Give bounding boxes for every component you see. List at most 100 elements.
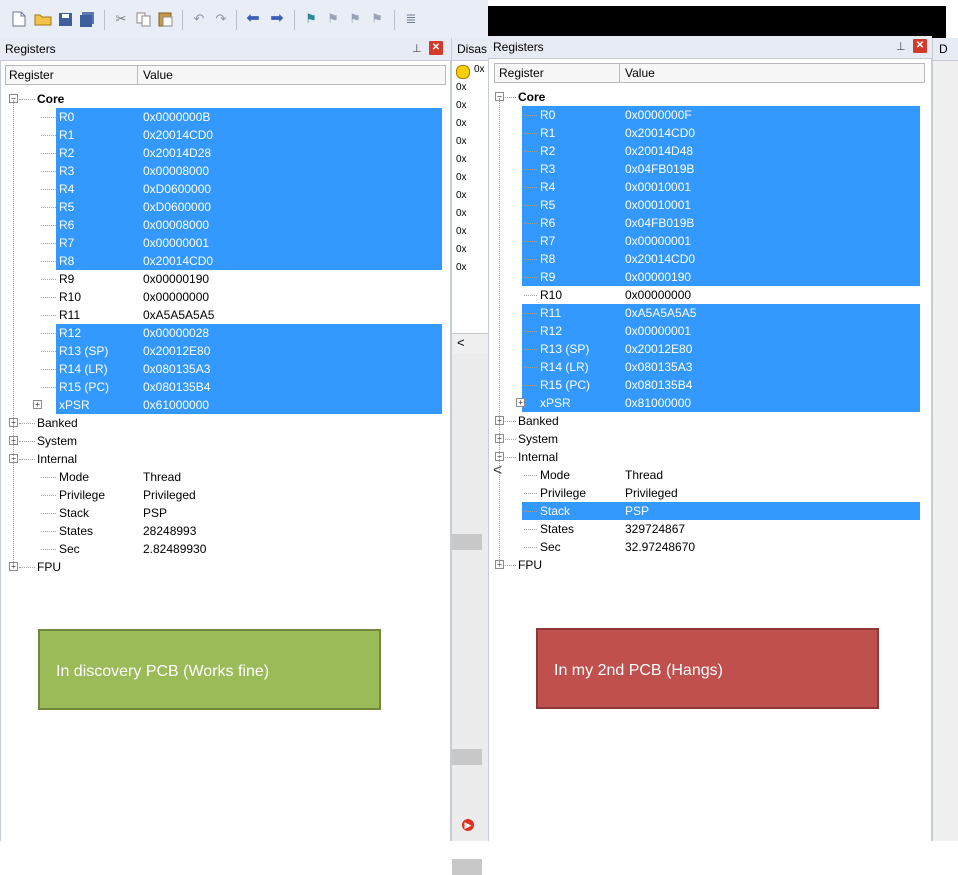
register-row-r8[interactable]: R8 0x20014CD0 [489,250,931,268]
register-row-r8[interactable]: R8 0x20014CD0 [1,252,450,270]
close-icon[interactable]: ✕ [913,39,927,53]
register-value: 2.82489930 [143,542,207,556]
register-row-sec[interactable]: Sec 2.82489930 [1,540,450,558]
register-row-r12[interactable]: R12 0x00000001 [489,322,931,340]
nav-forward-icon[interactable]: ➡ [268,10,286,28]
register-row-r11[interactable]: R11 0xA5A5A5A5 [489,304,931,322]
register-row-r5[interactable]: R5 0x00010001 [489,196,931,214]
register-row-mode[interactable]: Mode Thread [1,468,450,486]
disassembly-line[interactable]: 0x [456,118,467,129]
register-row-r3[interactable]: R3 0x04FB019B [489,160,931,178]
nav-back-icon[interactable]: ⬅ [244,10,262,28]
register-row-stack[interactable]: Stack PSP [1,504,450,522]
register-row-r4[interactable]: R4 0x00010001 [489,178,931,196]
register-row-sec[interactable]: Sec 32.97248670 [489,538,931,556]
register-row-core[interactable]: − Core [1,90,450,108]
register-row-xpsr[interactable]: + xPSR 0x61000000 [1,396,450,414]
bookmark-next-icon[interactable]: ⚑ [346,10,364,28]
scroll-left-icon[interactable]: < [457,335,465,350]
register-row-states[interactable]: States 28248993 [1,522,450,540]
register-row-privilege[interactable]: Privilege Privileged [1,486,450,504]
register-row-r12[interactable]: R12 0x00000028 [1,324,450,342]
register-row-r2[interactable]: R2 0x20014D28 [1,144,450,162]
register-row-mode[interactable]: Mode Thread [489,466,931,484]
new-file-icon[interactable] [10,10,28,28]
disassembly-line[interactable]: 0x [456,226,467,237]
register-row-system[interactable]: + System [1,432,450,450]
disassembly-hscroll[interactable]: < [452,333,489,354]
register-row-xpsr[interactable]: + xPSR 0x81000000 [489,394,931,412]
register-row-internal[interactable]: − Internal [489,448,931,466]
register-name: R8 [59,254,75,268]
register-row-stack[interactable]: Stack PSP [489,502,931,520]
column-header-register[interactable]: Register [9,68,54,82]
register-row-r7[interactable]: R7 0x00000001 [489,232,931,250]
register-row-r14-lr[interactable]: R14 (LR) 0x080135A3 [489,358,931,376]
expand-icon[interactable]: + [33,400,42,409]
paste-icon[interactable] [156,10,174,28]
register-row-r15-pc[interactable]: R15 (PC) 0x080135B4 [1,378,450,396]
register-row-r9[interactable]: R9 0x00000190 [1,270,450,288]
disassembly-line[interactable]: 0x [456,208,467,219]
close-icon[interactable]: ✕ [429,41,443,55]
register-row-r13-sp[interactable]: R13 (SP) 0x20012E80 [1,342,450,360]
register-row-r15-pc[interactable]: R15 (PC) 0x080135B4 [489,376,931,394]
register-row-r10[interactable]: R10 0x00000000 [489,286,931,304]
register-row-r14-lr[interactable]: R14 (LR) 0x080135A3 [1,360,450,378]
register-row-banked[interactable]: + Banked [489,412,931,430]
open-folder-icon[interactable] [34,10,52,28]
disassembly-line[interactable]: 0x [456,172,467,183]
register-row-r0[interactable]: R0 0x0000000B [1,108,450,126]
register-row-r6[interactable]: R6 0x00008000 [1,216,450,234]
disassembly-line[interactable]: 0x [456,136,467,147]
register-row-privilege[interactable]: Privilege Privileged [489,484,931,502]
register-row-r7[interactable]: R7 0x00000001 [1,234,450,252]
save-icon[interactable] [56,10,74,28]
register-row-r4[interactable]: R4 0xD0600000 [1,180,450,198]
column-header-value[interactable]: Value [143,68,173,82]
register-row-r5[interactable]: R5 0xD0600000 [1,198,450,216]
register-row-r9[interactable]: R9 0x00000190 [489,268,931,286]
register-row-system[interactable]: + System [489,430,931,448]
undo-icon[interactable]: ↶ [190,10,208,28]
register-row-r0[interactable]: R0 0x0000000F [489,106,931,124]
disassembly-line[interactable]: 0x [456,100,467,111]
register-row-r2[interactable]: R2 0x20014D48 [489,142,931,160]
register-row-r1[interactable]: R1 0x20014CD0 [1,126,450,144]
indent-icon[interactable]: ≣ [402,10,420,28]
pin-icon[interactable]: ⊥ [896,40,906,53]
register-row-core[interactable]: − Core [489,88,931,106]
register-row-states[interactable]: States 329724867 [489,520,931,538]
bookmark-clear-icon[interactable]: ⚑ [368,10,386,28]
copy-icon[interactable] [134,10,152,28]
disassembly-line[interactable]: 0x [456,154,467,165]
collapse-arrow-icon[interactable]: < [493,462,502,480]
save-all-icon[interactable] [78,10,96,28]
register-row-internal[interactable]: − Internal [1,450,450,468]
disassembly-line[interactable]: 0x [456,190,467,201]
register-row-fpu[interactable]: + FPU [1,558,450,576]
breakpoint-icon[interactable]: ▶ [462,819,474,831]
bookmark-icon[interactable]: ⚑ [302,10,320,28]
register-row-r13-sp[interactable]: R13 (SP) 0x20012E80 [489,340,931,358]
disassembly-line[interactable]: 0x [456,244,467,255]
disassembly-line[interactable]: 0x [474,64,485,75]
register-row-fpu[interactable]: + FPU [489,556,931,574]
register-row-r3[interactable]: R3 0x00008000 [1,162,450,180]
register-row-r1[interactable]: R1 0x20014CD0 [489,124,931,142]
register-value: 0x00000190 [625,270,692,284]
register-row-banked[interactable]: + Banked [1,414,450,432]
register-row-r11[interactable]: R11 0xA5A5A5A5 [1,306,450,324]
cut-icon[interactable]: ✂ [112,10,130,28]
disassembly-line[interactable]: 0x [456,82,467,93]
pin-icon[interactable]: ⊥ [412,42,422,55]
column-header-value[interactable]: Value [625,66,655,80]
bookmark-prev-icon[interactable]: ⚑ [324,10,342,28]
register-value: 0x00000000 [143,290,210,304]
redo-icon[interactable]: ↷ [212,10,230,28]
column-header-register[interactable]: Register [499,66,544,80]
register-row-r10[interactable]: R10 0x00000000 [1,288,450,306]
register-row-r6[interactable]: R6 0x04FB019B [489,214,931,232]
expand-icon[interactable]: + [516,398,525,407]
disassembly-line[interactable]: 0x [456,262,467,273]
